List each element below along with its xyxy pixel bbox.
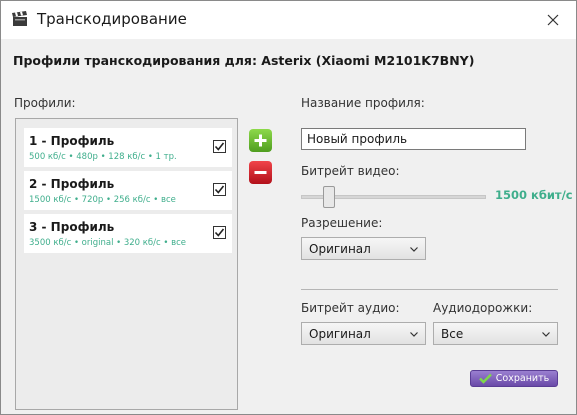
profile-name-field[interactable] — [301, 128, 526, 150]
video-bitrate-slider-thumb[interactable] — [323, 186, 335, 208]
transcoding-window: Транскодирование Профили транскодировани… — [0, 0, 577, 415]
profiles-label: Профили: — [14, 96, 76, 110]
audio-tracks-dropdown[interactable]: Все — [433, 322, 558, 345]
chevron-down-icon — [410, 247, 418, 252]
resolution-label: Разрешение: — [301, 216, 383, 230]
profile-details: 500 кб/с • 480p • 128 кб/с • 1 тр. — [29, 152, 177, 162]
title-bar: Транскодирование — [1, 1, 576, 39]
profile-details: 3500 кб/с • original • 320 кб/с • все — [29, 238, 187, 248]
chevron-down-icon — [542, 332, 550, 337]
clapperboard-icon — [11, 10, 29, 28]
profile-name: 3 - Профиль — [29, 220, 115, 234]
page-title: Профили транскодирования для: Asterix (X… — [13, 53, 475, 68]
profiles-list: 1 - Профиль 500 кб/с • 480p • 128 кб/с •… — [15, 118, 238, 410]
checkmark-icon — [214, 228, 225, 237]
save-button-label: Сохранить — [495, 373, 550, 384]
profile-item-2[interactable]: 2 - Профиль 1500 кб/с • 720p • 256 кб/с … — [24, 171, 232, 210]
window-title: Транскодирование — [37, 10, 187, 28]
audio-tracks-label: Аудиодорожки: — [433, 301, 533, 315]
profile-checkbox[interactable] — [213, 140, 226, 153]
video-bitrate-value: 1500 кбит/с — [495, 188, 573, 202]
save-button[interactable]: Сохранить — [470, 370, 558, 387]
audio-tracks-selected: Все — [441, 327, 464, 341]
audio-bitrate-dropdown[interactable]: Оригинал — [301, 322, 426, 345]
profile-name: 2 - Профиль — [29, 177, 115, 191]
plus-icon — [254, 134, 267, 147]
profile-checkbox[interactable] — [213, 183, 226, 196]
close-icon — [547, 11, 559, 30]
audio-bitrate-label: Битрейт аудио: — [301, 301, 400, 315]
profile-details: 1500 кб/с • 720p • 256 кб/с • все — [29, 195, 176, 205]
checkmark-icon — [214, 185, 225, 194]
close-button[interactable] — [530, 1, 576, 39]
chevron-down-icon — [410, 332, 418, 337]
resolution-selected: Оригинал — [309, 242, 371, 256]
checkmark-icon — [214, 142, 225, 151]
remove-profile-button[interactable] — [249, 161, 272, 184]
profile-item-1[interactable]: 1 - Профиль 500 кб/с • 480p • 128 кб/с •… — [24, 128, 232, 167]
resolution-dropdown[interactable]: Оригинал — [301, 237, 426, 260]
profile-checkbox[interactable] — [213, 226, 226, 239]
dialog-content: Профили транскодирования для: Asterix (X… — [1, 39, 576, 414]
profile-name: 1 - Профиль — [29, 134, 115, 148]
profile-name-label: Название профиля: — [301, 96, 425, 110]
section-divider — [301, 289, 558, 290]
audio-bitrate-selected: Оригинал — [309, 327, 371, 341]
profile-item-3[interactable]: 3 - Профиль 3500 кб/с • original • 320 к… — [24, 214, 232, 253]
minus-icon — [254, 171, 267, 174]
video-bitrate-label: Битрейт видео: — [301, 164, 400, 178]
add-profile-button[interactable] — [249, 129, 272, 152]
checkmark-icon — [478, 373, 492, 384]
